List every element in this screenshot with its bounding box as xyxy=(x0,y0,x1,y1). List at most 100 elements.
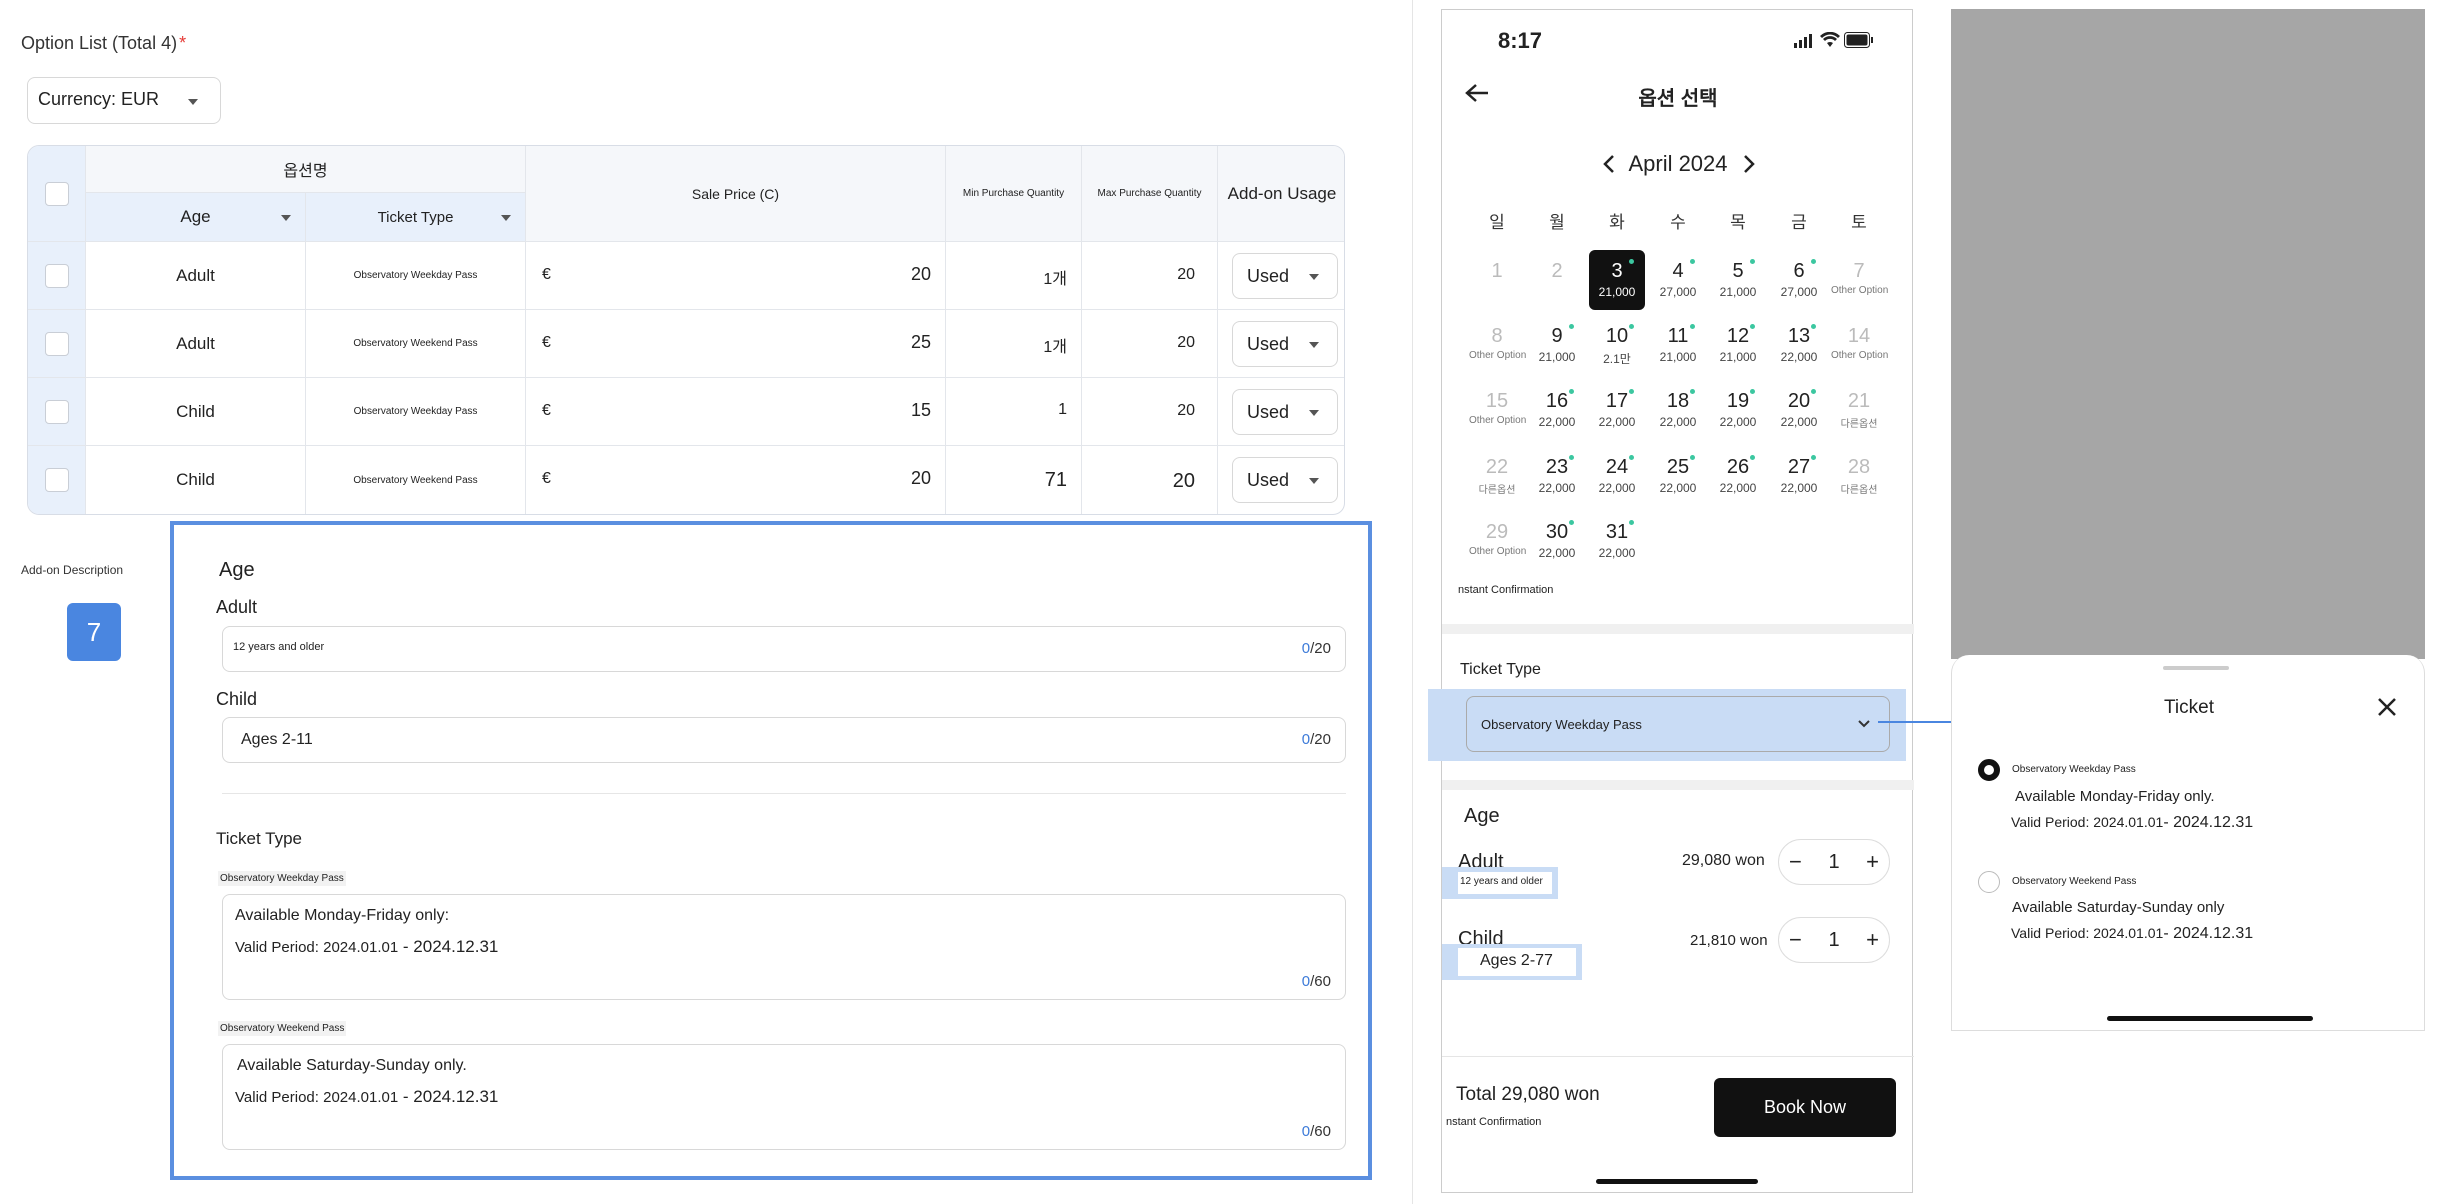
calendar-day[interactable]: 23 22,000 xyxy=(1529,446,1585,506)
footer-divider xyxy=(1442,1056,1914,1057)
row-sale-price[interactable]: € 15 xyxy=(526,378,946,446)
plus-icon[interactable]: + xyxy=(1866,927,1879,953)
child-quantity-stepper: − 1 + xyxy=(1778,917,1890,963)
calendar-day[interactable]: 13 22,000 xyxy=(1771,315,1827,375)
availability-dot xyxy=(1569,324,1574,329)
max-qty-header: Max Purchase Quantity xyxy=(1082,146,1218,242)
calendar-day[interactable]: 4 27,000 xyxy=(1650,250,1706,310)
select-all-cell xyxy=(28,146,86,242)
addon-usage-select[interactable]: Used xyxy=(1232,389,1338,435)
calendar-day[interactable]: 27 22,000 xyxy=(1771,446,1827,506)
calendar-day: 21 다른옵션 xyxy=(1840,390,1878,430)
chevron-down-icon xyxy=(1858,720,1870,728)
calendar-day: 8 Other Option xyxy=(1469,325,1527,361)
book-now-button[interactable]: Book Now xyxy=(1714,1078,1896,1137)
row-addon-cell: Used xyxy=(1218,242,1344,310)
close-icon[interactable] xyxy=(2377,697,2397,722)
calendar-day[interactable]: 31 22,000 xyxy=(1589,511,1645,571)
row-checkbox[interactable] xyxy=(44,399,69,424)
status-time: 8:17 xyxy=(1498,28,1543,53)
age-header[interactable]: Age xyxy=(86,193,306,242)
row-sale-price[interactable]: € 20 xyxy=(526,446,946,514)
availability-dot xyxy=(1690,455,1695,460)
row-checkbox[interactable] xyxy=(44,331,69,356)
child-description-input[interactable]: Ages 2-11 0/20 xyxy=(222,717,1346,763)
calendar-day[interactable]: 5 21,000 xyxy=(1710,250,1766,310)
calendar-day: 15 Other Option xyxy=(1469,390,1527,426)
ticket-type-select[interactable]: Observatory Weekday Pass xyxy=(1466,696,1890,752)
child-price: 21,810 won xyxy=(1690,932,1768,949)
currency-select[interactable]: Currency: EUR xyxy=(27,77,221,124)
adult-description-input[interactable]: 12 years and older 0/20 xyxy=(222,626,1346,672)
weekday-option-name: Observatory Weekday Pass xyxy=(2012,764,2136,775)
screen-title: 옵션 선택 xyxy=(1638,88,1718,110)
calendar-day[interactable]: 24 22,000 xyxy=(1589,446,1645,506)
weekday-radio[interactable] xyxy=(1978,759,2000,781)
battery-icon xyxy=(1844,32,1874,53)
calendar-day: 1 xyxy=(1491,260,1503,282)
calendar-day[interactable]: 16 22,000 xyxy=(1529,380,1585,440)
plus-icon[interactable]: + xyxy=(1866,849,1879,875)
row-max-qty[interactable]: 20 xyxy=(1082,242,1218,310)
calendar-day: 28 다른옵션 xyxy=(1840,456,1878,496)
row-min-qty[interactable]: 1개 xyxy=(946,310,1082,378)
addon-usage-select[interactable]: Used xyxy=(1232,253,1338,299)
weekday-header: 금 xyxy=(1791,213,1807,232)
row-min-qty[interactable]: 1 xyxy=(946,378,1082,446)
sheet-title: Ticket xyxy=(2164,697,2214,718)
chevron-down-icon xyxy=(1309,342,1319,348)
row-max-qty[interactable]: 20 xyxy=(1082,378,1218,446)
availability-dot xyxy=(1569,389,1574,394)
weekday-header: 목 xyxy=(1730,213,1746,232)
adult-quantity: 1 xyxy=(1828,850,1840,873)
row-max-qty[interactable]: 20 xyxy=(1082,446,1218,514)
sheet-handle[interactable] xyxy=(2163,666,2229,670)
row-sale-price[interactable]: € 25 xyxy=(526,310,946,378)
child-sub-label: Ages 2-77 xyxy=(1458,948,1576,976)
row-age: Adult xyxy=(86,242,306,310)
row-checkbox[interactable] xyxy=(44,263,69,288)
euro-sign: € xyxy=(542,402,551,419)
row-min-qty[interactable]: 71 xyxy=(946,446,1082,514)
minus-icon[interactable]: − xyxy=(1789,927,1802,953)
chevron-down-icon xyxy=(1309,274,1319,280)
row-sale-price[interactable]: € 20 xyxy=(526,242,946,310)
weekend-description-textarea[interactable]: Available Saturday-Sunday only. Valid Pe… xyxy=(222,1044,1346,1150)
calendar-day[interactable]: 6 27,000 xyxy=(1771,250,1827,310)
availability-dot xyxy=(1629,520,1634,525)
addon-usage-select[interactable]: Used xyxy=(1232,457,1338,503)
calendar-day[interactable]: 19 22,000 xyxy=(1710,380,1766,440)
availability-dot xyxy=(1629,455,1634,460)
chevron-down-icon xyxy=(1309,478,1319,484)
child-quantity: 1 xyxy=(1828,928,1840,951)
calendar-day[interactable]: 11 21,000 xyxy=(1650,315,1706,375)
row-age: Child xyxy=(86,446,306,514)
calendar-day[interactable]: 26 22,000 xyxy=(1710,446,1766,506)
calendar-day[interactable]: 12 21,000 xyxy=(1710,315,1766,375)
row-check-cell xyxy=(28,242,86,310)
calendar-day[interactable]: 3 21,000 xyxy=(1589,250,1645,310)
addon-usage-select[interactable]: Used xyxy=(1232,321,1338,367)
phone-screen: 8:17 옵션 선택 April 2024 일월화수목금토 1 2 3 21,0… xyxy=(1428,9,1914,1193)
row-max-qty[interactable]: 20 xyxy=(1082,310,1218,378)
row-age: Child xyxy=(86,378,306,446)
next-month-icon[interactable] xyxy=(1742,154,1756,179)
calendar-day[interactable]: 30 22,000 xyxy=(1529,511,1585,571)
weekday-description-textarea[interactable]: Available Monday-Friday only: Valid Peri… xyxy=(222,894,1346,1000)
calendar-day[interactable]: 9 21,000 xyxy=(1529,315,1585,375)
availability-dot xyxy=(1811,324,1816,329)
availability-dot xyxy=(1569,455,1574,460)
calendar-day[interactable]: 10 2.1만 xyxy=(1589,315,1645,375)
minus-icon[interactable]: − xyxy=(1789,849,1802,875)
min-qty-header: Min Purchase Quantity xyxy=(946,146,1082,242)
ticket-type-header[interactable]: Ticket Type xyxy=(306,193,526,242)
calendar-day[interactable]: 17 22,000 xyxy=(1589,380,1645,440)
row-ticket-type: Observatory Weekday Pass xyxy=(306,242,526,310)
calendar-day[interactable]: 20 22,000 xyxy=(1771,380,1827,440)
row-min-qty[interactable]: 1개 xyxy=(946,242,1082,310)
calendar-day[interactable]: 25 22,000 xyxy=(1650,446,1706,506)
row-checkbox[interactable] xyxy=(44,468,69,492)
weekend-radio[interactable] xyxy=(1978,871,2000,893)
select-all-checkbox[interactable] xyxy=(44,181,69,206)
calendar-day[interactable]: 18 22,000 xyxy=(1650,380,1706,440)
